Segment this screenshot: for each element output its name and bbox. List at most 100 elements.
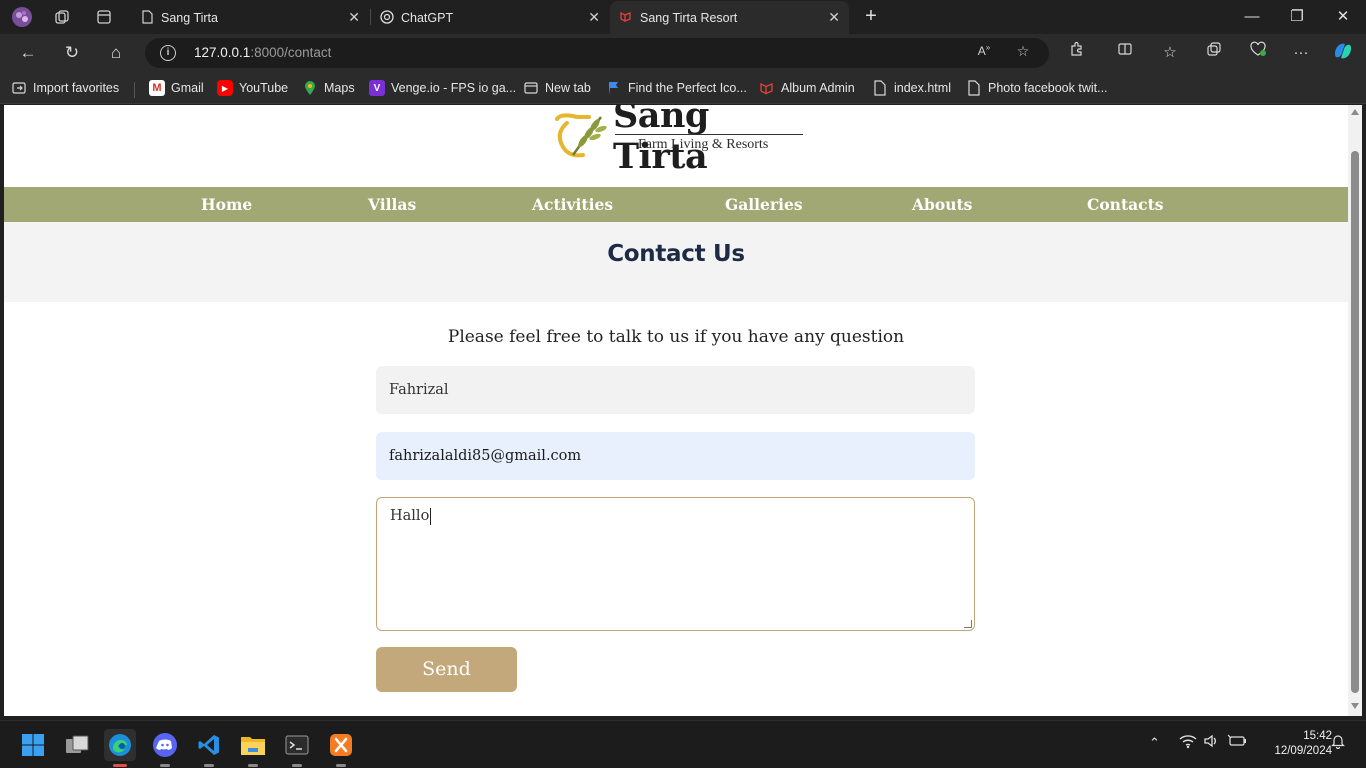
running-app-indicator xyxy=(248,764,258,767)
gmail-icon: M xyxy=(149,80,165,96)
page-viewport: Sang Tirta Farm Living & Resorts Home Vi… xyxy=(4,105,1348,716)
system-clock[interactable]: 15:42 12/09/2024 xyxy=(1252,729,1332,759)
bookmark-new-tab[interactable]: New tab xyxy=(523,79,591,97)
page-icon xyxy=(142,10,153,24)
clock-date: 12/09/2024 xyxy=(1274,745,1332,757)
windows-taskbar: ⌃ 15:42 12/09/2024 xyxy=(0,720,1366,768)
home-button[interactable]: ⌂ xyxy=(103,41,129,65)
name-value: Fahrizal xyxy=(389,382,449,398)
tab-sang-tirta-resort[interactable]: Sang Tirta Resort ✕ xyxy=(610,1,849,34)
new-tab-button[interactable]: + xyxy=(859,5,883,29)
browser-toolbar: ← ↻ ⌂ i 127.0.0.1:8000/contact A» ☆ ☆ ··… xyxy=(0,34,1366,72)
browser-essentials-icon[interactable] xyxy=(1245,41,1271,65)
logo-subtitle: Farm Living & Resorts xyxy=(638,137,769,152)
site-info-icon[interactable]: i xyxy=(160,45,176,61)
scroll-thumb[interactable] xyxy=(1351,151,1359,693)
volume-icon[interactable] xyxy=(1203,733,1219,752)
discord-icon[interactable] xyxy=(149,729,181,767)
youtube-icon: ▶ xyxy=(217,80,233,96)
file-explorer-icon[interactable] xyxy=(237,729,269,767)
read-aloud-icon[interactable]: A» xyxy=(973,43,995,63)
nav-activities[interactable]: Activities xyxy=(532,195,613,214)
scroll-down-arrow-icon[interactable] xyxy=(1351,703,1359,709)
text-caret xyxy=(430,508,432,525)
page-scrollbar[interactable] xyxy=(1348,105,1362,716)
import-icon xyxy=(11,80,27,96)
laravel-icon xyxy=(759,80,775,96)
tab-actions-icon[interactable] xyxy=(92,6,116,28)
running-app-indicator xyxy=(160,764,170,767)
tab-title: Sang Tirta Resort xyxy=(640,10,738,25)
favorites-icon[interactable]: ☆ xyxy=(1157,41,1183,65)
running-app-indicator xyxy=(336,764,346,767)
url-text[interactable]: 127.0.0.1:8000/contact xyxy=(194,45,331,60)
tab-chatgpt[interactable]: ChatGPT ✕ xyxy=(371,1,609,34)
address-bar[interactable]: i 127.0.0.1:8000/contact A» ☆ xyxy=(145,38,1049,68)
bookmark-maps[interactable]: Maps xyxy=(302,79,355,97)
bookmark-gmail[interactable]: M Gmail xyxy=(149,79,204,97)
chatgpt-icon xyxy=(380,10,394,24)
xampp-icon[interactable] xyxy=(325,729,357,767)
main-navigation: Home Villas Activities Galleries Abouts … xyxy=(4,187,1348,222)
restore-button[interactable]: ❐ xyxy=(1274,4,1320,30)
laravel-icon xyxy=(620,11,631,23)
message-value: Hallo xyxy=(390,508,430,524)
task-view-icon[interactable] xyxy=(61,729,93,761)
clock-time: 15:42 xyxy=(1303,730,1332,742)
workspaces-icon[interactable] xyxy=(50,6,74,28)
close-window-button[interactable]: ✕ xyxy=(1320,4,1366,30)
collections-icon[interactable] xyxy=(1201,41,1227,65)
battery-icon[interactable] xyxy=(1227,733,1247,752)
vscode-icon[interactable] xyxy=(193,729,225,767)
profile-avatar-icon[interactable] xyxy=(10,6,34,28)
start-windows-icon[interactable] xyxy=(17,729,49,761)
bookmark-album-admin[interactable]: Album Admin xyxy=(759,79,855,97)
show-hidden-icons-chevron-icon[interactable]: ⌃ xyxy=(1149,735,1160,751)
bookmark-find-icon[interactable]: Find the Perfect Ico... xyxy=(606,79,747,97)
terminal-icon[interactable] xyxy=(281,729,313,767)
more-options-icon[interactable]: ··· xyxy=(1288,41,1314,65)
bookmark-venge[interactable]: V Venge.io - FPS io ga... xyxy=(369,79,516,97)
page-title: Contact Us xyxy=(607,241,745,267)
resize-handle[interactable] xyxy=(964,620,972,628)
favorite-star-icon[interactable]: ☆ xyxy=(1012,43,1034,63)
minimize-button[interactable]: — xyxy=(1229,4,1275,30)
notifications-bell-icon[interactable] xyxy=(1331,733,1345,752)
page-header: Contact Us xyxy=(4,222,1348,302)
tab-sang-tirta[interactable]: Sang Tirta ✕ xyxy=(131,1,369,34)
new-tab-page-icon xyxy=(523,80,539,96)
bookmarks-bar: Import favorites M Gmail ▶ YouTube Maps … xyxy=(0,72,1366,104)
logo-divider xyxy=(615,134,803,135)
split-screen-icon[interactable] xyxy=(1112,41,1138,65)
close-icon[interactable]: ✕ xyxy=(348,9,360,26)
back-button[interactable]: ← xyxy=(15,41,41,65)
file-icon xyxy=(966,80,982,96)
email-field[interactable]: fahrizalaldi85@gmail.com xyxy=(376,432,975,480)
bookmark-photo-facebook[interactable]: Photo facebook twit... xyxy=(966,79,1108,97)
nav-contacts[interactable]: Contacts xyxy=(1087,195,1163,214)
message-textarea[interactable]: Hallo xyxy=(376,497,975,631)
nav-abouts[interactable]: Abouts xyxy=(912,195,972,214)
scroll-up-arrow-icon[interactable] xyxy=(1351,109,1359,115)
wheat-logo-icon xyxy=(555,113,607,158)
bookmark-import-favorites[interactable]: Import favorites xyxy=(11,79,119,97)
close-icon[interactable]: ✕ xyxy=(828,9,840,26)
edge-browser-icon[interactable] xyxy=(104,729,136,767)
bookmark-youtube[interactable]: ▶ YouTube xyxy=(217,79,288,97)
nav-villas[interactable]: Villas xyxy=(368,195,416,214)
copilot-icon[interactable] xyxy=(1330,41,1356,65)
file-icon xyxy=(872,80,888,96)
close-icon[interactable]: ✕ xyxy=(588,9,600,26)
wifi-icon[interactable] xyxy=(1179,733,1197,752)
bookmark-index-html[interactable]: index.html xyxy=(872,79,951,97)
active-app-indicator xyxy=(113,764,127,767)
nav-home[interactable]: Home xyxy=(201,195,252,214)
send-button[interactable]: Send xyxy=(376,647,517,692)
tab-title: ChatGPT xyxy=(401,10,454,25)
extensions-icon[interactable] xyxy=(1064,41,1090,65)
site-logo[interactable]: Sang Tirta Farm Living & Resorts xyxy=(549,105,809,177)
nav-galleries[interactable]: Galleries xyxy=(725,195,803,214)
refresh-button[interactable]: ↻ xyxy=(59,41,85,65)
running-app-indicator xyxy=(204,764,214,767)
name-field[interactable]: Fahrizal xyxy=(376,366,975,414)
